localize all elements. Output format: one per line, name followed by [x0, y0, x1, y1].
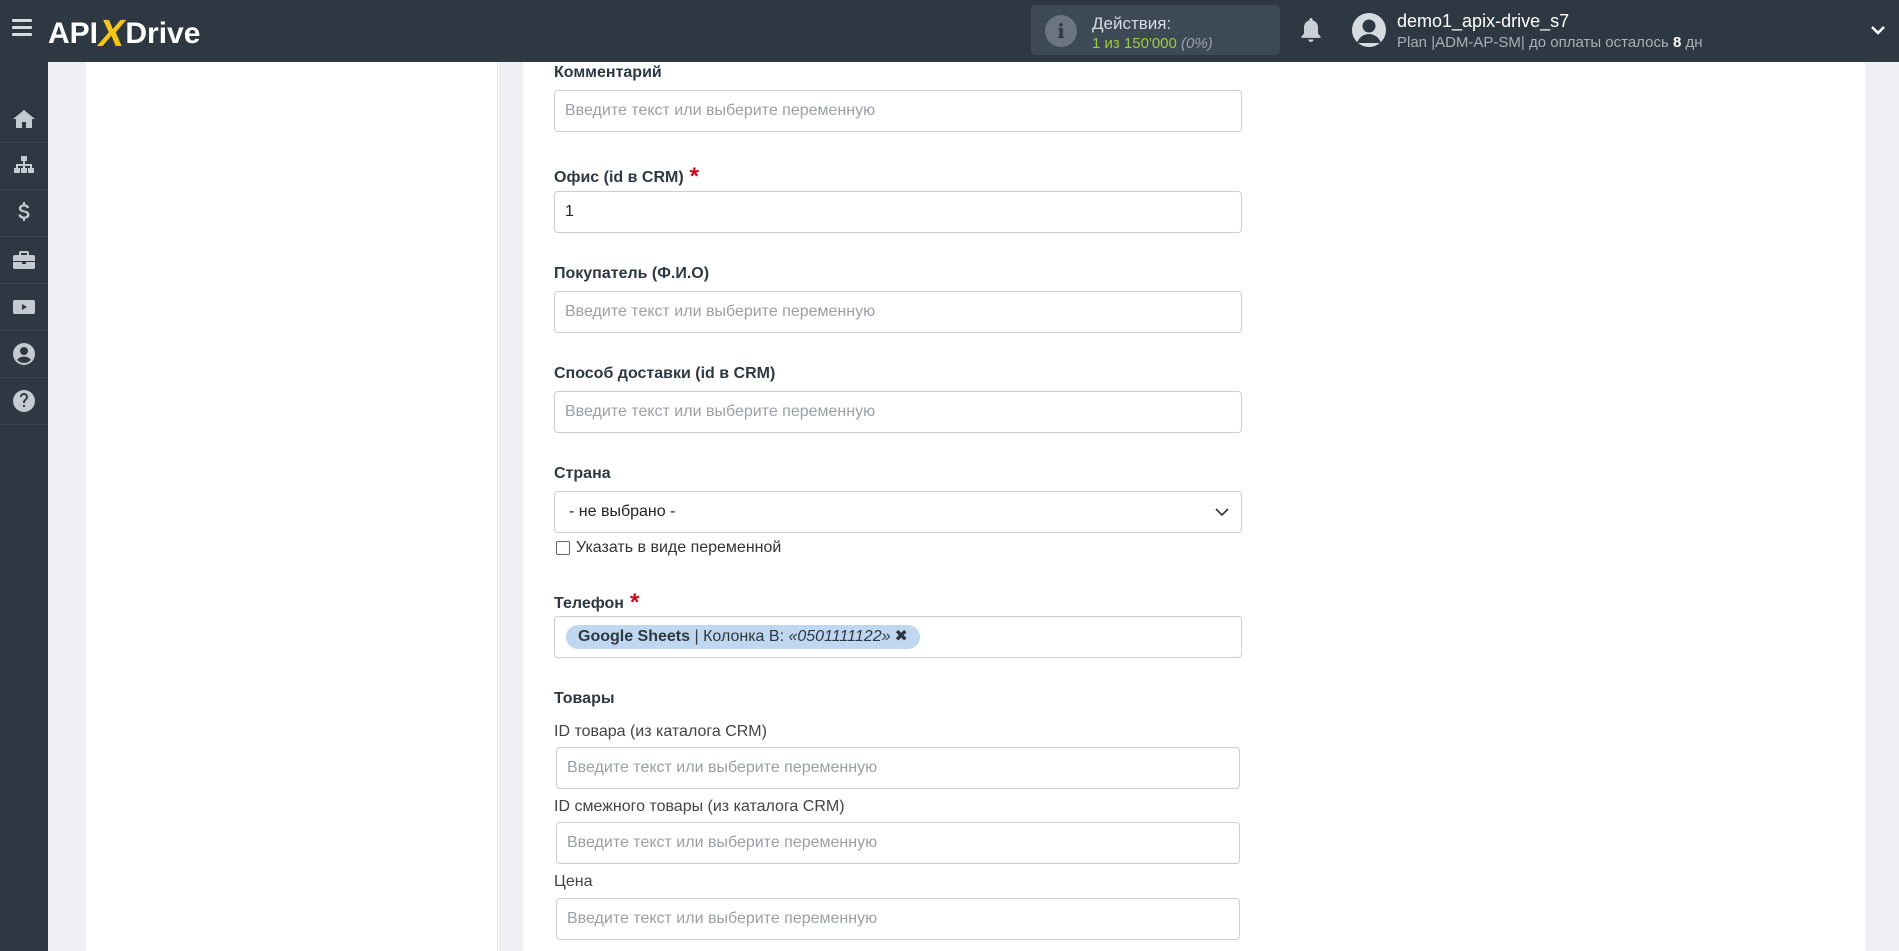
- tag-column: | Колонка B:: [690, 628, 789, 645]
- top-header: APIXDrive i Действия: 1 из 150'000 (0%) …: [0, 0, 1899, 62]
- buyer-label: Покупатель (Ф.И.О): [554, 265, 710, 282]
- required-mark: *: [629, 589, 640, 616]
- help-icon[interactable]: [0, 378, 48, 425]
- related-id-label: ID смежного товары (из каталога CRM): [554, 798, 845, 815]
- phone-label-text: Телефон: [554, 595, 624, 612]
- dollar-icon[interactable]: [0, 190, 48, 237]
- product-id-input[interactable]: [556, 747, 1240, 789]
- pane-gap: [499, 62, 523, 951]
- price-input[interactable]: [556, 898, 1240, 940]
- plan-prefix: Plan |ADM-AP-SM| до оплаты осталось: [1397, 34, 1673, 51]
- logo-api-text: API: [48, 17, 99, 50]
- actions-counter[interactable]: i Действия: 1 из 150'000 (0%): [1031, 5, 1280, 55]
- menu-icon[interactable]: [12, 19, 32, 37]
- remove-tag-icon[interactable]: ✖: [894, 628, 907, 645]
- plan-suffix: дн: [1681, 34, 1703, 51]
- left-pane: [86, 62, 498, 951]
- user-name[interactable]: demo1_apix-drive_s7: [1397, 11, 1569, 32]
- phone-label: Телефон *: [554, 587, 640, 616]
- product-id-label: ID товара (из каталога CRM): [554, 723, 767, 740]
- sitemap-icon[interactable]: [0, 143, 48, 190]
- as-variable-row[interactable]: Указать в виде переменной: [556, 539, 781, 557]
- info-icon: i: [1045, 15, 1077, 47]
- sidebar: [0, 62, 48, 951]
- actions-used: 1 из 150'000: [1092, 35, 1177, 52]
- office-label: Офис (id в CRM) *: [554, 161, 700, 190]
- country-label: Страна: [554, 465, 611, 482]
- delivery-input[interactable]: [554, 391, 1242, 433]
- office-label-text: Офис (id в CRM): [554, 169, 684, 186]
- chevron-down-icon: [1215, 508, 1229, 517]
- bell-icon[interactable]: [1299, 16, 1323, 44]
- comment-label: Комментарий: [554, 64, 662, 81]
- logo[interactable]: APIXDrive: [48, 10, 201, 55]
- youtube-icon[interactable]: [0, 284, 48, 331]
- office-input[interactable]: [554, 191, 1242, 233]
- required-mark: *: [689, 163, 700, 190]
- logo-x-text: X: [94, 13, 129, 55]
- actions-percent: (0%): [1181, 35, 1213, 52]
- user-circle-icon[interactable]: [0, 331, 48, 378]
- chevron-down-icon[interactable]: [1870, 22, 1886, 38]
- country-selected-value: - не выбрано -: [569, 503, 676, 520]
- related-id-input[interactable]: [556, 822, 1240, 864]
- actions-usage: 1 из 150'000 (0%): [1092, 35, 1213, 52]
- briefcase-icon[interactable]: [0, 237, 48, 284]
- tag-source: Google Sheets: [578, 628, 691, 645]
- logo-drive-text: Drive: [125, 17, 201, 50]
- delivery-label: Способ доставки (id в CRM): [554, 365, 776, 382]
- user-plan: Plan |ADM-AP-SM| до оплаты осталось 8 дн: [1397, 34, 1703, 51]
- country-select[interactable]: - не выбрано -: [554, 491, 1242, 533]
- as-variable-checkbox[interactable]: [556, 541, 570, 555]
- as-variable-label: Указать в виде переменной: [576, 539, 782, 556]
- products-label: Товары: [554, 690, 615, 707]
- comment-input[interactable]: [554, 90, 1242, 132]
- price-label: Цена: [554, 873, 593, 890]
- avatar-icon[interactable]: [1352, 13, 1386, 47]
- tag-value: «0501111122»: [788, 628, 891, 645]
- buyer-input[interactable]: [554, 291, 1242, 333]
- home-icon[interactable]: [0, 96, 48, 143]
- phone-variable-tag[interactable]: Google Sheets | Колонка B: «0501111122» ✖: [566, 625, 920, 649]
- actions-title: Действия:: [1092, 14, 1172, 33]
